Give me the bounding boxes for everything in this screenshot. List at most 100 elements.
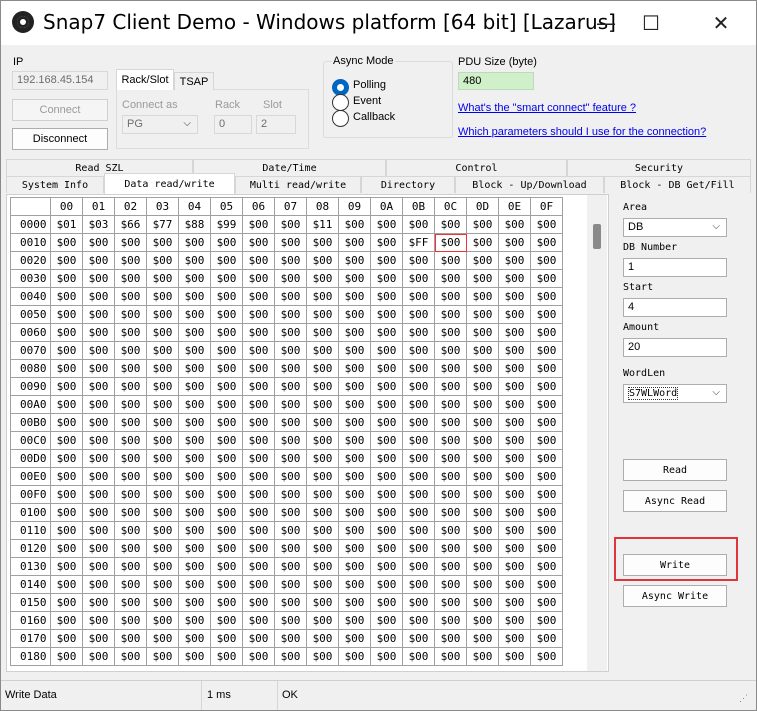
hex-cell[interactable]: $00 xyxy=(178,593,211,612)
hex-cell[interactable]: $00 xyxy=(242,251,275,270)
hex-cell[interactable]: $00 xyxy=(274,431,307,450)
hex-cell[interactable]: $00 xyxy=(370,359,403,378)
hex-cell[interactable]: $00 xyxy=(338,359,371,378)
hex-cell[interactable]: $00 xyxy=(530,521,563,540)
hex-cell[interactable]: $00 xyxy=(338,233,371,252)
hex-cell[interactable]: $00 xyxy=(434,521,467,540)
hex-cell[interactable]: $00 xyxy=(498,431,531,450)
hex-cell[interactable]: $00 xyxy=(338,269,371,288)
tab-tsap[interactable]: TSAP xyxy=(174,72,214,90)
hex-cell[interactable]: $00 xyxy=(466,377,499,396)
hex-cell[interactable]: $00 xyxy=(466,539,499,558)
hex-cell[interactable]: $00 xyxy=(434,647,467,666)
hex-cell[interactable]: $00 xyxy=(434,341,467,360)
hex-cell[interactable]: $00 xyxy=(530,305,563,324)
hex-cell[interactable]: $00 xyxy=(210,413,243,432)
hex-cell[interactable]: $00 xyxy=(338,251,371,270)
amount-field[interactable]: 20 xyxy=(623,338,727,357)
hex-cell[interactable]: $00 xyxy=(274,647,307,666)
hex-cell[interactable]: $00 xyxy=(210,539,243,558)
hex-cell[interactable]: $00 xyxy=(178,395,211,414)
hex-cell[interactable]: $00 xyxy=(146,539,179,558)
hex-cell[interactable]: $00 xyxy=(178,233,211,252)
hex-cell[interactable]: $00 xyxy=(338,647,371,666)
hex-cell[interactable]: $00 xyxy=(178,575,211,594)
hex-cell[interactable]: $00 xyxy=(146,503,179,522)
hex-cell[interactable]: $88 xyxy=(178,215,211,234)
hex-cell[interactable]: $00 xyxy=(178,323,211,342)
hex-cell[interactable]: $00 xyxy=(338,503,371,522)
hex-cell[interactable]: $00 xyxy=(434,305,467,324)
hex-cell[interactable]: $00 xyxy=(306,467,339,486)
read-button[interactable]: Read xyxy=(623,459,727,481)
hex-cell[interactable]: $00 xyxy=(178,413,211,432)
hex-cell[interactable]: $00 xyxy=(210,575,243,594)
hex-cell[interactable]: $00 xyxy=(210,377,243,396)
hex-cell[interactable]: $00 xyxy=(434,503,467,522)
hex-cell[interactable]: $00 xyxy=(146,395,179,414)
hex-cell[interactable]: $00 xyxy=(242,269,275,288)
hex-cell[interactable]: $99 xyxy=(210,215,243,234)
hex-cell[interactable]: $00 xyxy=(498,251,531,270)
hex-cell[interactable]: $11 xyxy=(306,215,339,234)
hex-cell[interactable]: $00 xyxy=(530,413,563,432)
rack-field[interactable]: 0 xyxy=(214,115,252,134)
hex-cell[interactable]: $00 xyxy=(338,413,371,432)
hex-cell[interactable]: $00 xyxy=(274,413,307,432)
hex-cell[interactable]: $00 xyxy=(50,341,83,360)
hex-cell[interactable]: $00 xyxy=(498,467,531,486)
hex-cell[interactable]: $00 xyxy=(178,287,211,306)
hex-cell[interactable]: $00 xyxy=(370,449,403,468)
hex-cell[interactable]: $00 xyxy=(114,503,147,522)
hex-cell[interactable]: $00 xyxy=(498,575,531,594)
hex-cell[interactable]: $00 xyxy=(210,305,243,324)
hex-cell[interactable]: $03 xyxy=(82,215,115,234)
hex-cell[interactable]: $00 xyxy=(210,629,243,648)
hex-cell[interactable]: $00 xyxy=(530,287,563,306)
hex-cell[interactable]: $00 xyxy=(306,629,339,648)
hex-cell[interactable]: $00 xyxy=(370,467,403,486)
hex-cell[interactable]: $00 xyxy=(306,305,339,324)
hex-cell[interactable]: $00 xyxy=(50,251,83,270)
hex-cell[interactable]: $00 xyxy=(82,287,115,306)
hex-cell[interactable]: $00 xyxy=(370,521,403,540)
hex-cell[interactable]: $00 xyxy=(82,413,115,432)
hex-cell[interactable]: $00 xyxy=(402,341,435,360)
hex-cell[interactable]: $00 xyxy=(82,359,115,378)
hex-cell[interactable]: $00 xyxy=(306,323,339,342)
hex-cell[interactable]: $00 xyxy=(466,629,499,648)
hex-cell[interactable]: $00 xyxy=(274,377,307,396)
hex-cell[interactable]: $00 xyxy=(146,323,179,342)
radio-event[interactable] xyxy=(332,94,349,111)
hex-cell[interactable]: $00 xyxy=(178,485,211,504)
hex-cell[interactable]: $00 xyxy=(146,251,179,270)
hex-cell[interactable]: $00 xyxy=(274,575,307,594)
hex-cell[interactable]: $00 xyxy=(242,359,275,378)
hex-cell[interactable]: $00 xyxy=(146,269,179,288)
area-select[interactable]: DB ⌵ xyxy=(623,218,727,237)
hex-cell[interactable]: $00 xyxy=(146,233,179,252)
hex-cell[interactable]: $00 xyxy=(274,503,307,522)
hex-cell[interactable]: $00 xyxy=(50,503,83,522)
hex-cell[interactable]: $00 xyxy=(338,449,371,468)
hex-cell[interactable]: $00 xyxy=(146,575,179,594)
hex-cell[interactable]: $00 xyxy=(402,377,435,396)
hex-cell[interactable]: $00 xyxy=(498,593,531,612)
hex-cell[interactable]: $00 xyxy=(82,593,115,612)
hex-cell[interactable]: $00 xyxy=(82,467,115,486)
db-number-field[interactable]: 1 xyxy=(623,258,727,277)
hex-cell[interactable]: $00 xyxy=(498,629,531,648)
hex-cell[interactable]: $00 xyxy=(114,431,147,450)
async-write-button[interactable]: Async Write xyxy=(623,585,727,607)
hex-cell[interactable]: $00 xyxy=(466,647,499,666)
hex-cell[interactable]: $00 xyxy=(338,287,371,306)
hex-cell[interactable]: $00 xyxy=(50,521,83,540)
hex-cell[interactable]: $00 xyxy=(146,359,179,378)
hex-cell[interactable]: $00 xyxy=(50,269,83,288)
hex-cell[interactable]: $00 xyxy=(274,305,307,324)
hex-cell[interactable]: $00 xyxy=(146,647,179,666)
hex-cell[interactable]: $00 xyxy=(82,431,115,450)
hex-cell[interactable]: $00 xyxy=(402,251,435,270)
hex-cell[interactable]: $01 xyxy=(50,215,83,234)
hex-cell[interactable]: $00 xyxy=(50,413,83,432)
